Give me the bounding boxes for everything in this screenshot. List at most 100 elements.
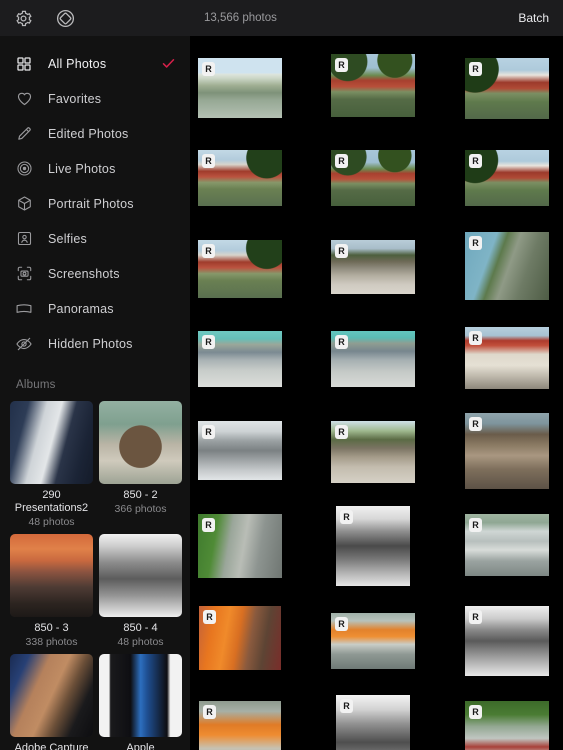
raw-badge: R (202, 62, 215, 76)
photo-cell[interactable]: R (331, 421, 415, 483)
raw-badge: R (202, 335, 215, 349)
live-photo-icon (14, 159, 34, 179)
grid-icon (14, 54, 34, 74)
photo-grid[interactable]: R R R R R R R R R R R R R R R R R R R R R R R R (190, 36, 563, 750)
photo-cell[interactable]: R (198, 58, 282, 118)
lens-icon[interactable] (54, 7, 76, 29)
album-item[interactable]: 850 - 3 338 photos (10, 534, 93, 648)
selfie-icon (14, 229, 34, 249)
sidebar-item-hidden-photos[interactable]: Hidden Photos (0, 326, 190, 361)
checkmark-icon (160, 56, 176, 72)
pencil-icon (14, 124, 34, 144)
photo-thumbnail[interactable]: R (465, 327, 549, 389)
photo-cell[interactable]: R (465, 150, 549, 206)
photo-cell[interactable]: R (331, 331, 415, 387)
album-title: 290 Presentations2 (14, 489, 89, 514)
photo-thumbnail[interactable]: R (336, 506, 410, 586)
photo-cell[interactable]: R (199, 701, 281, 750)
album-item[interactable]: 850 - 2 366 photos (99, 401, 182, 528)
photo-cell[interactable]: R (331, 613, 415, 669)
photo-thumbnail[interactable]: R (331, 54, 415, 117)
photo-cell[interactable]: R (198, 240, 282, 298)
album-title: 850 - 3 (34, 622, 69, 634)
photo-cell[interactable]: R (199, 606, 281, 670)
photo-cell[interactable]: R (465, 413, 549, 489)
album-item[interactable]: 290 Presentations2 48 photos (10, 401, 93, 528)
album-item[interactable]: Adobe Capture (10, 654, 93, 750)
photo-thumbnail[interactable]: R (465, 150, 549, 206)
cube-icon (14, 194, 34, 214)
settings-icon[interactable] (12, 7, 34, 29)
photo-cell[interactable]: R (198, 514, 282, 578)
photo-thumbnail[interactable]: R (198, 58, 282, 118)
photo-thumbnail[interactable]: R (198, 421, 282, 480)
photo-thumbnail[interactable]: R (199, 701, 281, 750)
photo-thumbnail[interactable]: R (331, 331, 415, 387)
raw-badge: R (335, 244, 348, 258)
album-item[interactable]: Apple (99, 654, 182, 750)
sidebar-item-label: All Photos (48, 56, 107, 71)
sidebar: All Photos Favorites Edited Photos Live … (0, 0, 190, 750)
sidebar-item-screenshots[interactable]: Screenshots (0, 256, 190, 291)
photo-thumbnail[interactable]: R (198, 150, 282, 206)
sidebar-item-label: Portrait Photos (48, 196, 134, 211)
album-thumbnail[interactable] (10, 654, 93, 737)
album-thumbnail[interactable] (10, 401, 93, 484)
album-count: 338 photos (25, 636, 78, 648)
photo-thumbnail[interactable]: R (198, 514, 282, 578)
photo-thumbnail[interactable]: R (465, 232, 549, 300)
photo-cell[interactable]: R (465, 514, 549, 576)
album-title: Apple (126, 742, 155, 750)
photo-cell[interactable]: R (465, 327, 549, 389)
photo-thumbnail[interactable]: R (336, 695, 410, 750)
photo-thumbnail[interactable]: R (465, 58, 549, 119)
photo-cell[interactable]: R (331, 240, 415, 294)
photo-thumbnail[interactable]: R (331, 240, 415, 294)
photo-thumbnail[interactable]: R (465, 413, 549, 489)
photo-thumbnail[interactable]: R (331, 613, 415, 669)
sidebar-item-edited-photos[interactable]: Edited Photos (0, 116, 190, 151)
album-thumbnail[interactable] (99, 534, 182, 617)
photo-cell[interactable]: R (465, 606, 549, 676)
photo-cell[interactable]: R (465, 58, 549, 119)
album-thumbnail[interactable] (99, 654, 182, 737)
photo-cell[interactable]: R (198, 150, 282, 206)
sidebar-item-label: Edited Photos (48, 126, 129, 141)
photo-cell[interactable]: R (336, 695, 410, 750)
sidebar-item-all-photos[interactable]: All Photos (0, 46, 190, 81)
photo-thumbnail[interactable]: R (465, 514, 549, 576)
photo-cell[interactable]: R (465, 701, 549, 750)
raw-badge: R (340, 699, 353, 713)
photo-thumbnail[interactable]: R (331, 150, 415, 206)
main-panel: 13,566 photos Batch RRRRRRRRRRRRRRRRRRRR… (190, 0, 563, 750)
photo-thumbnail[interactable]: R (331, 421, 415, 483)
sidebar-nav: All Photos Favorites Edited Photos Live … (0, 36, 190, 361)
raw-badge: R (202, 244, 215, 258)
photo-thumbnail[interactable]: R (198, 240, 282, 298)
album-item[interactable]: 850 - 4 48 photos (99, 534, 182, 648)
sidebar-item-selfies[interactable]: Selfies (0, 221, 190, 256)
photo-thumbnail[interactable]: R (465, 701, 549, 750)
sidebar-item-favorites[interactable]: Favorites (0, 81, 190, 116)
album-thumbnail[interactable] (99, 401, 182, 484)
album-thumbnail[interactable] (10, 534, 93, 617)
sidebar-toolbar (0, 0, 190, 36)
photo-cell[interactable]: R (198, 331, 282, 387)
photo-thumbnail[interactable]: R (198, 331, 282, 387)
photo-cell[interactable]: R (198, 421, 282, 480)
photo-cell[interactable]: R (465, 232, 549, 300)
raw-badge: R (469, 417, 482, 431)
sidebar-item-portrait-photos[interactable]: Portrait Photos (0, 186, 190, 221)
batch-button[interactable]: Batch (518, 11, 549, 25)
photo-thumbnail[interactable]: R (465, 606, 549, 676)
raw-badge: R (469, 610, 482, 624)
sidebar-item-label: Live Photos (48, 161, 116, 176)
photo-cell[interactable]: R (336, 506, 410, 586)
photo-cell[interactable]: R (331, 54, 415, 117)
photo-cell[interactable]: R (331, 150, 415, 206)
sidebar-item-panoramas[interactable]: Panoramas (0, 291, 190, 326)
main-toolbar: 13,566 photos Batch (190, 0, 563, 36)
album-title: Adobe Capture (14, 742, 89, 750)
photo-thumbnail[interactable]: R (199, 606, 281, 670)
sidebar-item-live-photos[interactable]: Live Photos (0, 151, 190, 186)
